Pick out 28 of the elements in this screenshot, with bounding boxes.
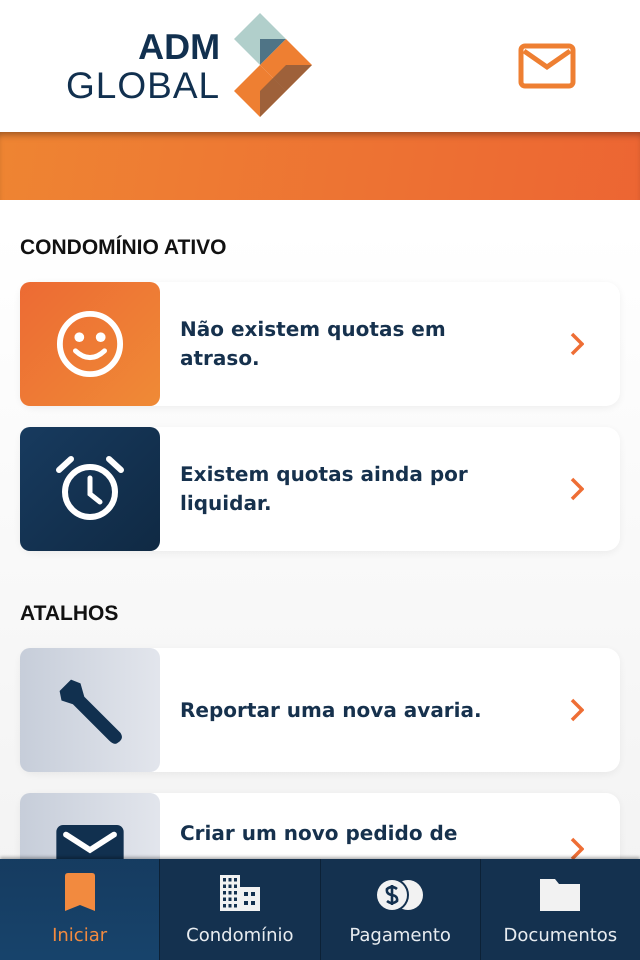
building-icon xyxy=(220,875,260,911)
card-text: Não existem quotas em atraso. xyxy=(179,316,447,372)
card-text: Criar um novo pedido de xyxy=(179,820,458,847)
shortcut-card[interactable]: Criar um novo pedido de xyxy=(20,793,620,859)
nav-tab[interactable]: Pagamento xyxy=(320,859,480,960)
nav-tab[interactable]: Condomínio xyxy=(159,859,320,960)
section-title: CONDOMÍNIO ATIVO xyxy=(20,236,228,260)
chevron-right-icon xyxy=(570,477,584,501)
section-title: ATALHOS xyxy=(20,602,120,626)
folder-icon xyxy=(540,879,580,911)
messages-button[interactable] xyxy=(518,43,576,89)
card-text: Existem quotas ainda por liquidar. xyxy=(179,461,469,517)
logo-text: ADM xyxy=(138,28,220,64)
bookmark-icon xyxy=(64,873,95,911)
nav-tab[interactable]: Documentos xyxy=(480,859,640,960)
nav-tab[interactable]: Iniciar xyxy=(0,859,160,960)
envelope-icon xyxy=(518,43,576,89)
chevron-right-icon xyxy=(570,837,584,859)
logo-mark-icon xyxy=(234,13,314,119)
smiley-icon xyxy=(56,310,124,378)
coins-icon xyxy=(376,879,424,911)
shortcut-card[interactable]: Reportar uma nova avaria. xyxy=(20,648,620,772)
card-text: Reportar uma nova avaria. xyxy=(179,696,483,724)
logo-text: GLOBAL xyxy=(66,66,220,104)
shortcut-card[interactable]: Existem quotas ainda por liquidar. xyxy=(20,427,620,551)
chevron-right-icon xyxy=(570,698,584,722)
shortcut-card[interactable]: Não existem quotas em atraso. xyxy=(20,282,620,406)
chevron-right-icon xyxy=(570,332,584,356)
